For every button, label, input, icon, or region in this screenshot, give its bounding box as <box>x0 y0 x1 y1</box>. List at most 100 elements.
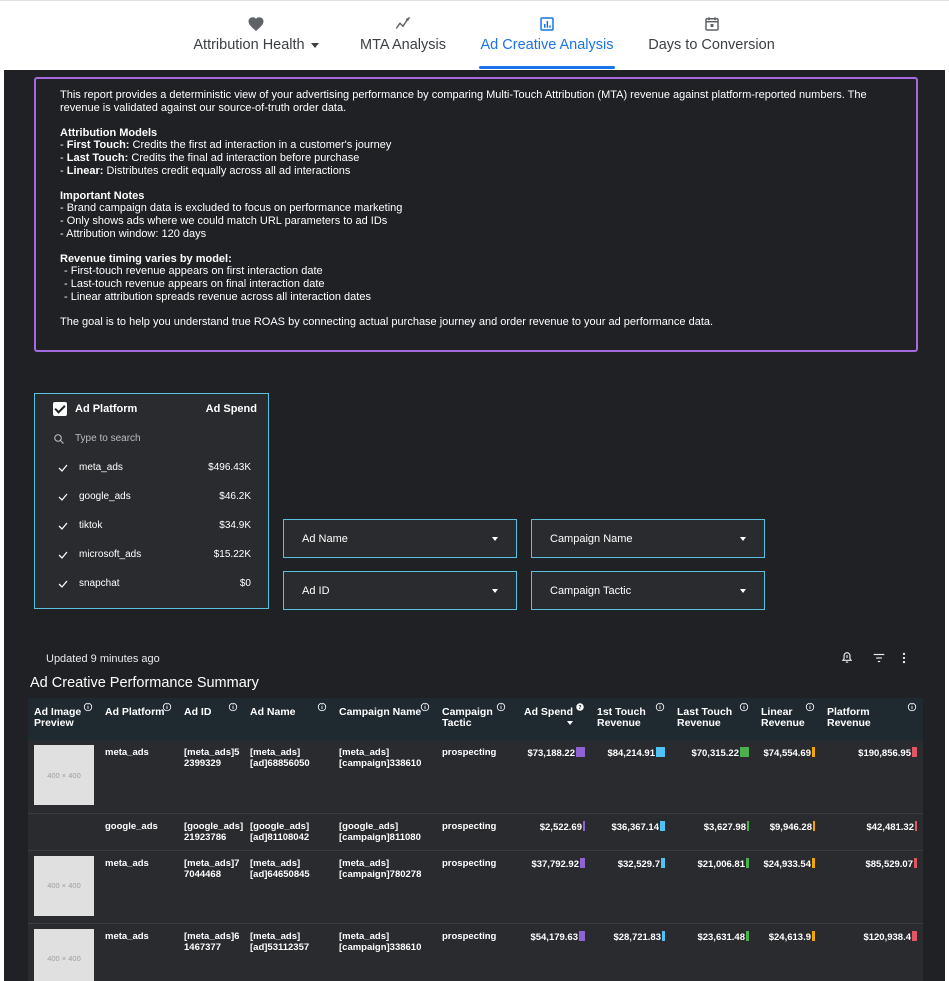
value-bar <box>812 747 815 757</box>
cell-platform-revenue: $190,856.95 <box>821 740 923 814</box>
alert-bell-icon[interactable] <box>840 651 854 665</box>
cell-value: $85,529.07 <box>865 858 913 870</box>
table-row[interactable]: google_ads [google_ads] 21923786 [google_a… <box>28 813 923 851</box>
campaign-tactic-dropdown[interactable]: Campaign Tactic <box>531 571 765 610</box>
timing-item: - Last-touch revenue appears on final in… <box>64 277 325 290</box>
ad-name-dropdown[interactable]: Ad Name <box>283 519 517 558</box>
ad-image-placeholder[interactable]: 400 × 400 <box>34 855 94 916</box>
col-header-campaign-tactic[interactable]: Campaign Tactic <box>436 698 512 740</box>
help-icon[interactable]: ? <box>575 702 585 712</box>
platform-option-meta-ads[interactable]: meta_ads $496.43K <box>35 453 268 482</box>
cell-value: $37,792.92 <box>531 858 579 870</box>
platform-name: meta_ads <box>79 462 123 473</box>
cell-value: $70,315.22 <box>691 748 739 759</box>
cell-ad-name: [google_ads] [ad]81108042 <box>244 813 333 851</box>
cell-campaign-tactic: prospecting <box>436 740 512 814</box>
more-vert-icon[interactable] <box>897 651 911 665</box>
chevron-down-icon <box>492 588 498 593</box>
cell-last-touch: $3,627.98 <box>671 813 755 851</box>
info-icon[interactable] <box>655 702 665 712</box>
select-all-checkbox[interactable] <box>53 402 67 416</box>
table-title: Ad Creative Performance Summary <box>30 675 259 691</box>
cell-ad-name: [meta_ads] [ad]64650845 <box>244 850 333 924</box>
cell-linear: $24,933.54 <box>755 850 821 924</box>
ad-image-placeholder[interactable]: 400 × 400 <box>34 928 94 981</box>
cell-ad-name: [meta_ads] [ad]68856050 <box>244 740 333 814</box>
cell-campaign-name: [google_ads] [campaign]811080 <box>333 813 436 851</box>
platform-spend: $46.2K <box>219 491 251 502</box>
search-placeholder: Type to search <box>75 433 141 444</box>
cell-last-touch: $70,315.22 <box>671 740 755 814</box>
platform-option-google-ads[interactable]: google_ads $46.2K <box>35 482 268 511</box>
col-header-campaign-name[interactable]: Campaign Name <box>333 698 436 740</box>
col-header-linear[interactable]: Linear Revenue <box>755 698 821 740</box>
ad-platform-filter-header[interactable]: Ad Platform Ad Spend <box>35 394 268 424</box>
last-updated-text: Updated 9 minutes ago <box>46 653 160 665</box>
value-bar <box>812 930 815 941</box>
col-header-first-touch[interactable]: 1st Touch Revenue <box>591 698 671 740</box>
cell-value: $190,856.95 <box>858 748 911 759</box>
cell-linear: $74,554.69 <box>755 740 821 814</box>
cell-platform-revenue: $120,938.4 <box>821 923 923 981</box>
cell-ad-id: [google_ads] 21923786 <box>178 813 244 851</box>
value-bar <box>661 857 665 868</box>
filter-header-label: Ad Platform <box>75 403 138 415</box>
platform-option-tiktok[interactable]: tiktok $34.9K <box>35 511 268 540</box>
search-icon <box>54 433 64 444</box>
chevron-down-icon <box>740 536 746 541</box>
platform-spend: $34.9K <box>219 520 251 531</box>
value-bar <box>583 820 585 831</box>
cell-value: $73,188.22 <box>527 748 575 759</box>
tab-label: Attribution Health <box>193 37 305 53</box>
cell-value: $120,938.4 <box>863 931 911 943</box>
ad-image-placeholder[interactable]: 400 × 400 <box>34 745 94 805</box>
info-icon[interactable] <box>805 702 815 712</box>
campaign-name-dropdown[interactable]: Campaign Name <box>531 519 765 558</box>
cell-ad-spend: $37,792.92 <box>512 850 591 924</box>
filter-icon[interactable] <box>872 651 886 665</box>
col-header-preview[interactable]: Ad Image Preview <box>28 698 99 740</box>
tab-attribution-health[interactable]: Attribution Health <box>188 15 324 71</box>
platform-name: microsoft_ads <box>79 549 142 560</box>
info-icon[interactable] <box>496 702 506 712</box>
tab-ad-creative-analysis[interactable]: Ad Creative Analysis <box>479 15 615 71</box>
tab-days-to-conversion[interactable]: Days to Conversion <box>647 15 776 71</box>
info-icon[interactable] <box>739 702 749 712</box>
info-icon[interactable] <box>907 702 917 712</box>
cell-platform: meta_ads <box>99 850 178 924</box>
col-header-ad-id[interactable]: Ad ID <box>178 698 244 740</box>
table-row[interactable]: 400 × 400 meta_ads [meta_ads]6 1467377 [met… <box>28 923 923 981</box>
timing-item: - First-touch revenue appears on first i… <box>64 265 323 278</box>
info-icon[interactable] <box>228 702 238 712</box>
cell-linear: $9,946.28 <box>755 813 821 851</box>
col-header-platform-revenue[interactable]: Platform Revenue <box>821 698 923 740</box>
info-icon[interactable] <box>83 702 93 712</box>
ad-id-dropdown[interactable]: Ad ID <box>283 571 517 610</box>
info-icon[interactable] <box>162 702 172 712</box>
cell-value: $23,631.48 <box>697 931 745 943</box>
info-icon[interactable] <box>317 702 327 712</box>
dropdown-label: Ad ID <box>302 584 330 597</box>
col-header-ad-name[interactable]: Ad Name <box>244 698 333 740</box>
info-icon[interactable] <box>420 702 430 712</box>
table-row[interactable]: 400 × 400 meta_ads [meta_ads]7 7044468 [met… <box>28 850 923 924</box>
platform-search-input[interactable]: Type to search <box>35 424 268 453</box>
cell-value: $9,946.28 <box>769 821 812 833</box>
insights-icon <box>395 16 411 29</box>
platform-option-microsoft-ads[interactable]: microsoft_ads $15.22K <box>35 540 268 569</box>
tab-mta-analysis[interactable]: MTA Analysis <box>359 15 447 71</box>
platform-option-snapchat[interactable]: snapchat $0 <box>35 569 268 598</box>
col-header-last-touch[interactable]: Last Touch Revenue <box>671 698 755 740</box>
ad-creative-table: Ad Image Preview Ad Platform Ad ID Ad Na… <box>28 698 923 981</box>
cell-campaign-tactic: prospecting <box>436 850 512 924</box>
platform-name: google_ads <box>79 491 131 502</box>
col-header-platform[interactable]: Ad Platform <box>99 698 178 740</box>
check-icon <box>58 464 68 472</box>
value-bar <box>746 930 749 941</box>
table-row[interactable]: 400 × 400 meta_ads [meta_ads]5 2399329 [met… <box>28 740 923 814</box>
col-header-ad-spend[interactable]: Ad Spend? <box>512 698 591 740</box>
dropdown-label: Campaign Name <box>550 532 633 545</box>
cell-linear: $24,613.9 <box>755 923 821 981</box>
cell-value: $28,721.83 <box>613 931 661 943</box>
dropdown-label: Campaign Tactic <box>550 584 632 597</box>
